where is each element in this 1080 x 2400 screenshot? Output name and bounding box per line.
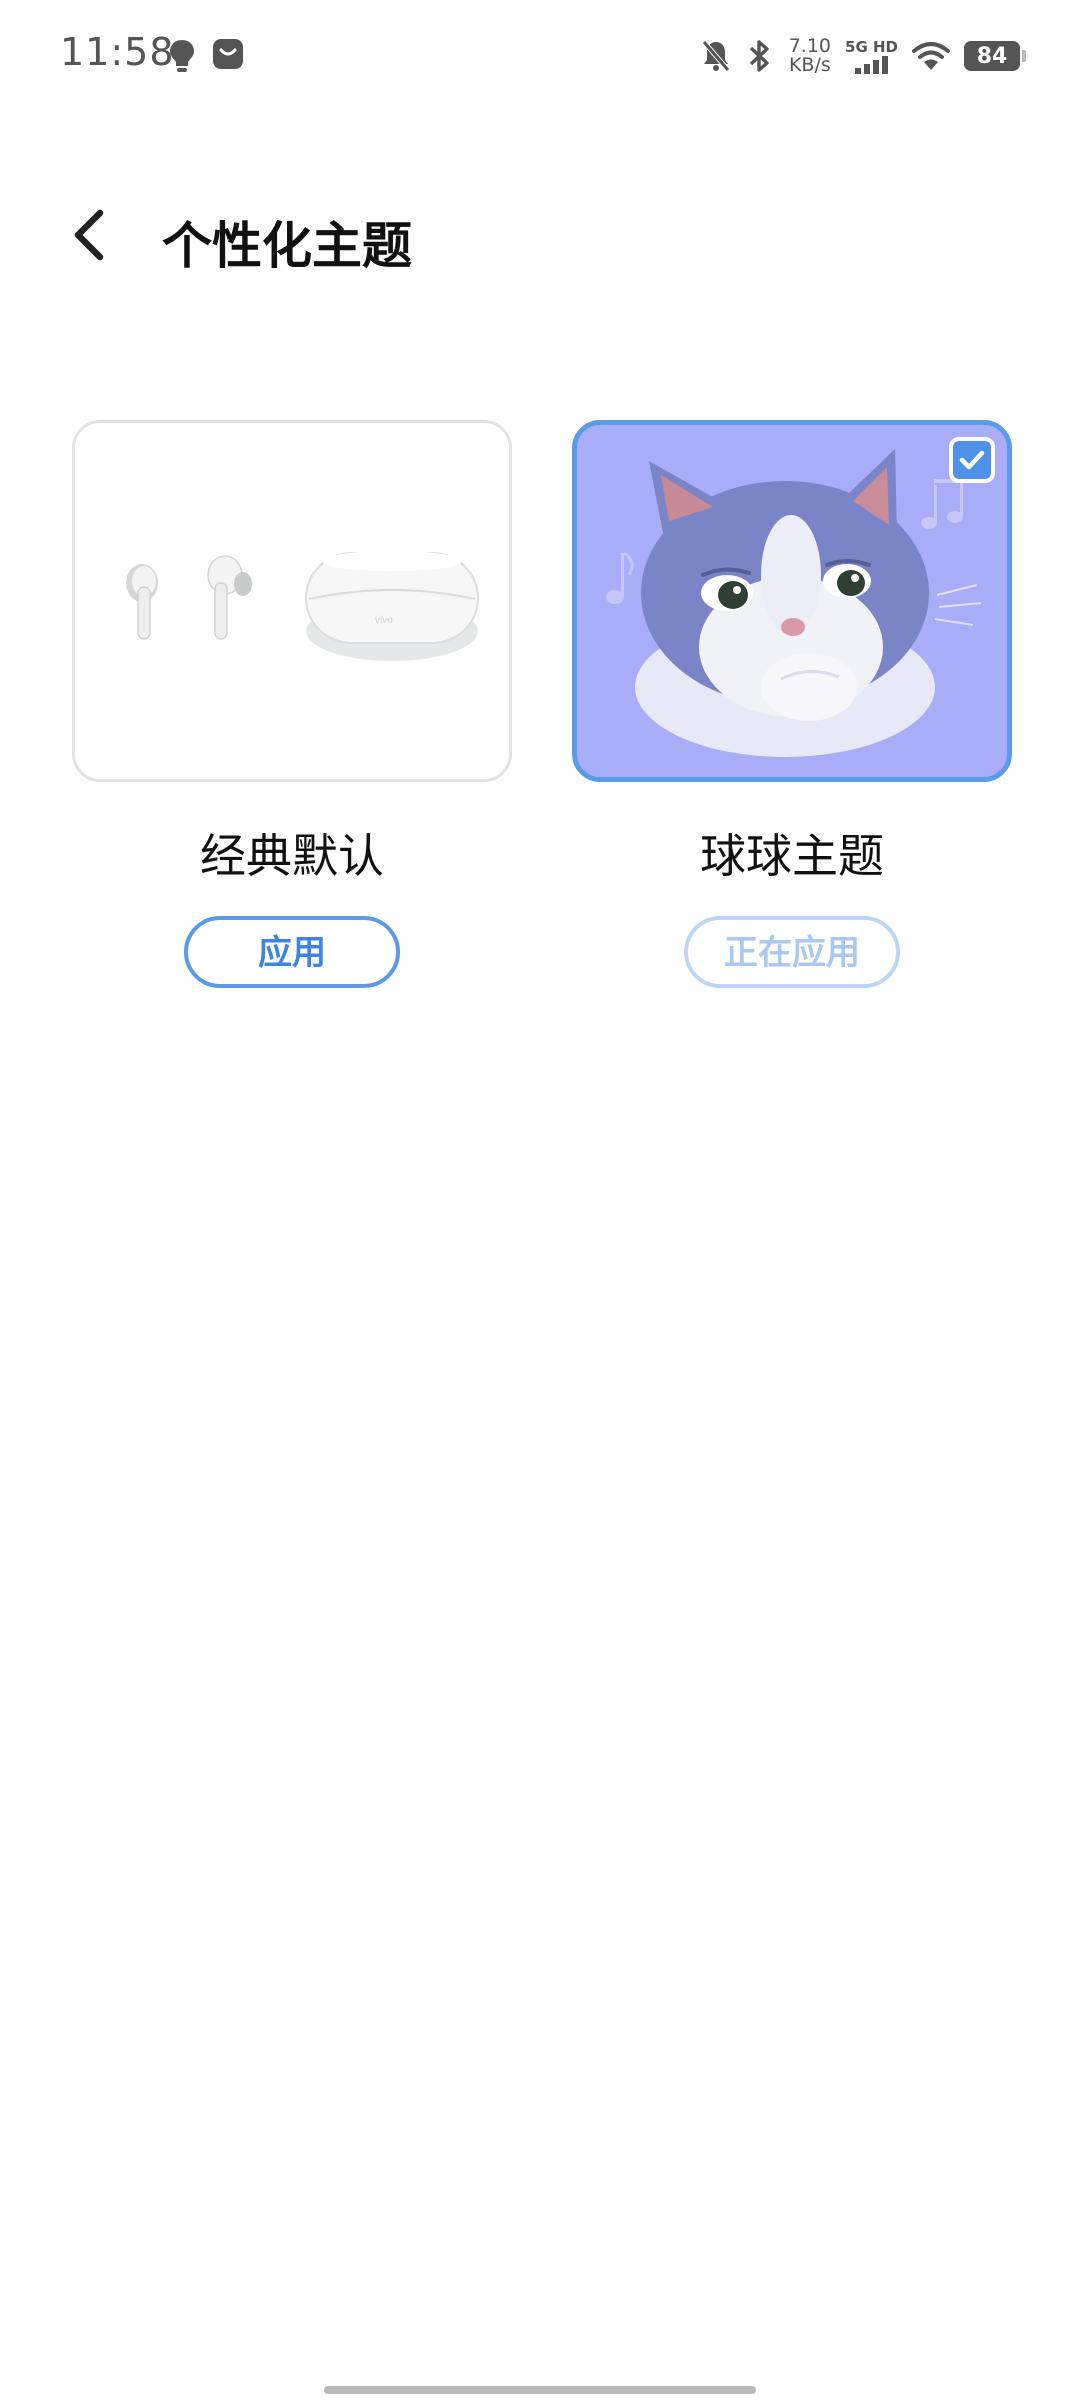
applying-button-ball[interactable]: 正在应用 [684, 916, 900, 988]
status-bar: 11:58 7.10 KB/s 5G HD 84 [0, 0, 1080, 110]
theme-name-ball: 球球主题 [700, 829, 884, 883]
theme-name-default: 经典默认 [200, 829, 384, 883]
cat-image [606, 449, 982, 757]
wifi-icon [912, 42, 950, 70]
page-title: 个性化主题 [162, 217, 412, 275]
gesture-navigation-bar[interactable] [324, 2386, 756, 2394]
theme-preview-default[interactable]: vivo [72, 420, 512, 782]
selected-check-icon [949, 437, 995, 483]
network-type-label: 5G HD [845, 37, 898, 56]
theme-preview-ball[interactable] [572, 420, 1012, 782]
signal-icon [854, 55, 888, 74]
brand-logo: vivo [375, 615, 393, 626]
cell-signal: 5G HD [845, 37, 898, 74]
battery-icon: 84 [964, 41, 1026, 71]
chevron-left-icon [74, 209, 104, 261]
earbuds-image: vivo [126, 551, 479, 661]
battery-level: 84 [976, 43, 1008, 69]
network-speed-unit: KB/s [788, 54, 831, 76]
back-button[interactable] [60, 205, 120, 265]
shop-bag-icon [213, 39, 243, 69]
bulb-icon [170, 40, 194, 72]
theme-card-default: vivo 经典默认 应用 [72, 420, 512, 988]
mute-bell-icon [701, 40, 730, 72]
theme-card-ball: 球球主题 正在应用 [572, 420, 1012, 988]
apply-button-default[interactable]: 应用 [184, 916, 400, 988]
network-speed: 7.10 KB/s [789, 37, 831, 75]
status-time: 11:58 [60, 30, 175, 74]
bluetooth-icon [749, 40, 769, 72]
header: 个性化主题 [0, 190, 1080, 280]
status-icons: 7.10 KB/s 5G HD 84 [687, 34, 1026, 78]
